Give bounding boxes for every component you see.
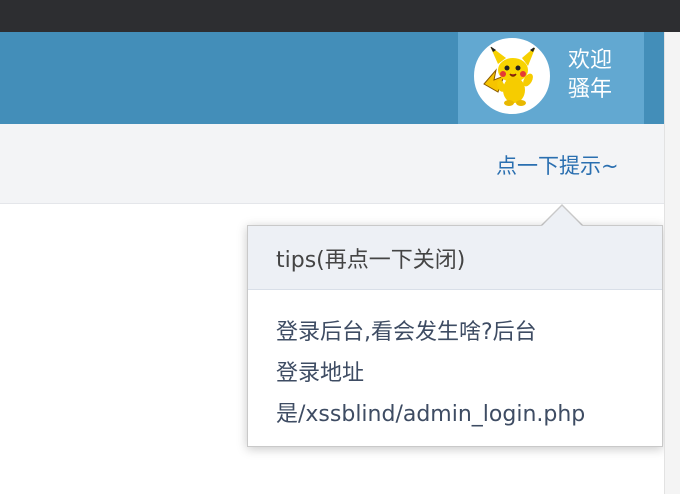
popover-body-line-1: 登录后台,看会发生啥?后台 — [276, 320, 537, 345]
scrollbar[interactable] — [664, 32, 680, 494]
tip-link[interactable]: 点一下提示~ — [496, 150, 619, 180]
pikachu-avatar-icon — [483, 46, 536, 106]
popover-body-line-3: 是/xssblind/admin_login.php — [276, 402, 586, 427]
popover-body-line-2: 登录地址 — [276, 361, 365, 386]
navbar: 欢迎 骚年 — [0, 32, 664, 124]
welcome-text: 欢迎 骚年 — [568, 46, 638, 104]
popover-body: 登录后台,看会发生啥?后台 登录地址 是/xssblind/admin_logi… — [248, 290, 662, 435]
welcome-line-2: 骚年 — [568, 77, 613, 102]
popover-arrow-fill — [542, 206, 582, 226]
browser-top-bar — [0, 0, 680, 32]
user-menu[interactable]: 欢迎 骚年 — [458, 32, 644, 124]
avatar — [474, 38, 550, 114]
breadcrumb-bar: 点一下提示~ — [0, 124, 664, 204]
popover-title: tips(再点一下关闭) — [248, 226, 662, 290]
welcome-line-1: 欢迎 — [568, 48, 613, 73]
tips-popover[interactable]: tips(再点一下关闭) 登录后台,看会发生啥?后台 登录地址 是/xssbli… — [247, 225, 663, 447]
